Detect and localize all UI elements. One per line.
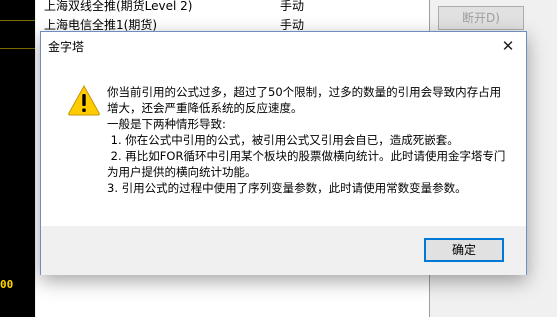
dialog-title: 金字塔 [48, 40, 85, 54]
message-line: 一般是下两种情形导致: [107, 117, 226, 131]
disconnect-button[interactable]: 断开D) [438, 6, 524, 30]
message-line: 你当前引用的公式过多，超过了50个限制，过多的数量的引用会导致内存占用 [107, 85, 502, 99]
message-dialog: 金字塔 ✕ 你当前引用的公式过多，超过了50个限制，过多的数量的引用会导致内存占… [40, 31, 527, 275]
dialog-footer: 确定 [41, 226, 526, 275]
dialog-message: 你当前引用的公式过多，超过了50个限制，过多的数量的引用会导致内存占用 增大，还… [107, 84, 517, 196]
ok-button[interactable]: 确定 [424, 238, 504, 262]
message-line: 1. 你在公式中引用的公式，被引用公式又引用会自已，造成死嵌套。 [107, 133, 459, 147]
server-name: 上海双线全推(期货Level 2) [44, 0, 193, 13]
chart-strip: 00 [0, 0, 35, 317]
message-line: 2. 再比如FOR循环中引用某个板块的股票做横向统计。此时请使用金字塔专门 [107, 149, 506, 163]
list-item[interactable]: 上海双线全推(期货Level 2) 手动 [44, 0, 304, 14]
dialog-content: 你当前引用的公式过多，超过了50个限制，过多的数量的引用会导致内存占用 增大，还… [41, 61, 526, 226]
close-icon[interactable]: ✕ [490, 32, 526, 61]
grid-line [0, 48, 35, 49]
warning-icon [68, 84, 100, 116]
message-line: 为用户提供的横向统计功能。 [107, 165, 257, 179]
server-name: 上海电信全推1(期货) [44, 18, 157, 32]
dialog-titlebar[interactable]: 金字塔 ✕ [41, 32, 526, 61]
message-line: 增大，还会严重降低系统的反应速度。 [107, 101, 303, 115]
grid-line [0, 20, 35, 21]
message-line: 3. 引用公式的过程中使用了序列变量参数，此时请使用常数变量参数。 [107, 181, 467, 195]
server-type: 手动 [280, 0, 305, 13]
price-readout: 00 [0, 278, 14, 291]
